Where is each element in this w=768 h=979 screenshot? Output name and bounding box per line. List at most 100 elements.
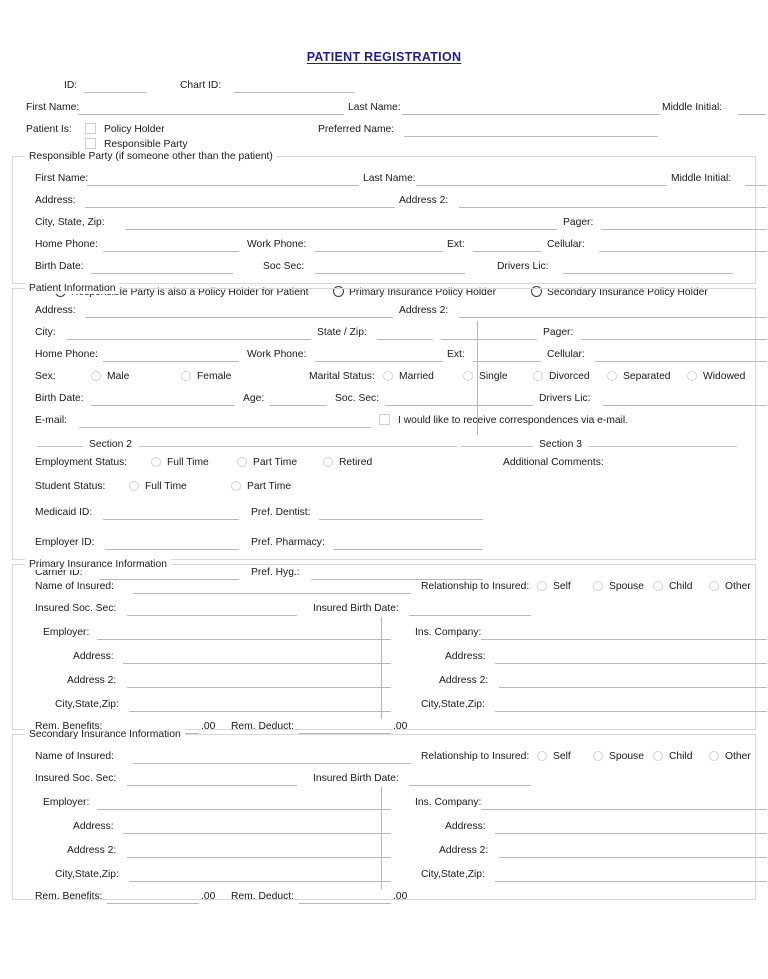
rp-last-name-input[interactable] <box>416 185 666 186</box>
pi-drivers-lic-input[interactable] <box>603 405 767 406</box>
middle-initial-input[interactable] <box>738 114 766 115</box>
rp-cellular-input[interactable] <box>599 251 767 252</box>
pi-city-input[interactable] <box>67 339 311 340</box>
s2-employer-id-input[interactable] <box>105 549 239 550</box>
pri-relationship-other-radio[interactable] <box>709 581 719 591</box>
rp-birth-date-input[interactable] <box>91 273 233 274</box>
pri-insured-soc-sec-label: Insured Soc. Sec: <box>35 603 117 614</box>
pri-relationship-self-radio[interactable] <box>537 581 547 591</box>
pi-birth-date-input[interactable] <box>91 405 235 406</box>
sec-insured-birth-date-input[interactable] <box>409 785 531 786</box>
pi-sex-male-radio[interactable] <box>91 371 101 381</box>
rp-pager-input[interactable] <box>601 229 767 230</box>
rp-city-state-zip-input[interactable] <box>125 229 557 230</box>
sec-ins-address2-input[interactable] <box>499 857 767 858</box>
pri-ins-csz-input[interactable] <box>495 711 767 712</box>
responsible-party-checkbox[interactable] <box>85 138 96 149</box>
rp-home-phone-input[interactable] <box>103 251 239 252</box>
pi-marital-married-radio[interactable] <box>383 371 393 381</box>
pi-sex-male-label: Male <box>107 371 130 382</box>
sec-relationship-spouse-label: Spouse <box>609 751 644 762</box>
pri-relationship-spouse-radio[interactable] <box>593 581 603 591</box>
sec-ins-csz-input[interactable] <box>495 881 767 882</box>
pri-employer-input[interactable] <box>97 639 391 640</box>
pi-cellular-input[interactable] <box>595 361 767 362</box>
pri-employer-csz-input[interactable] <box>129 711 391 712</box>
id-input[interactable] <box>84 92 146 93</box>
pri-name-of-insured-input[interactable] <box>133 593 411 594</box>
s2-student-full-time-radio[interactable] <box>129 481 139 491</box>
pi-soc-sec-input[interactable] <box>385 405 533 406</box>
sec-employer-csz-input[interactable] <box>129 881 391 882</box>
pi-marital-single-radio[interactable] <box>463 371 473 381</box>
pi-address2-input[interactable] <box>459 317 767 318</box>
sec-employer-address2-input[interactable] <box>127 857 391 858</box>
sec-relationship-spouse-radio[interactable] <box>593 751 603 761</box>
s2-student-status-label: Student Status: <box>35 481 106 492</box>
sec-ins-address-input[interactable] <box>495 833 767 834</box>
pi-marital-separated-radio[interactable] <box>607 371 617 381</box>
pi-marital-widowed-radio[interactable] <box>687 371 697 381</box>
rp-last-name-label: Last Name: <box>363 173 416 184</box>
sec-employer-input[interactable] <box>97 809 391 810</box>
rp-middle-initial-input[interactable] <box>745 185 767 186</box>
s2-student-full-time-label: Full Time <box>145 481 187 492</box>
sec-relationship-child-radio[interactable] <box>653 751 663 761</box>
rp-work-phone-input[interactable] <box>315 251 443 252</box>
policy-holder-checkbox[interactable] <box>85 123 96 134</box>
sec-insured-soc-sec-input[interactable] <box>127 785 297 786</box>
pi-email-input[interactable] <box>79 427 371 428</box>
s2-pref-pharmacy-input[interactable] <box>333 549 483 550</box>
sec-employer-address-input[interactable] <box>123 833 391 834</box>
sec-relationship-self-radio[interactable] <box>537 751 547 761</box>
s2-employer-id-label: Employer ID: <box>35 537 95 548</box>
pi-age-input[interactable] <box>269 405 327 406</box>
s2-pref-dentist-input[interactable] <box>319 519 483 520</box>
pri-employer-address2-input[interactable] <box>127 687 391 688</box>
pri-insured-soc-sec-input[interactable] <box>127 615 297 616</box>
pi-home-phone-input[interactable] <box>103 361 239 362</box>
pri-relationship-child-radio[interactable] <box>653 581 663 591</box>
rp-address2-input[interactable] <box>459 207 767 208</box>
s2-employment-retired-radio[interactable] <box>323 457 333 467</box>
first-name-input[interactable] <box>78 114 344 115</box>
pi-email-optin-checkbox[interactable] <box>379 414 390 425</box>
chart-id-input[interactable] <box>234 92 354 93</box>
pi-ext-input[interactable] <box>473 361 541 362</box>
s2-medicaid-id-input[interactable] <box>103 519 239 520</box>
section2-title: Section 2 <box>83 439 138 450</box>
primary-insurance-legend: Primary Insurance Information <box>25 559 171 570</box>
sec-rem-benefits-input[interactable] <box>107 903 199 904</box>
pi-zip-input[interactable] <box>441 339 537 340</box>
rp-soc-sec-input[interactable] <box>315 273 465 274</box>
pi-address-input[interactable] <box>85 317 393 318</box>
section2-section3-divider <box>477 321 478 435</box>
pri-employer-address-input[interactable] <box>123 663 391 664</box>
rp-ext-input[interactable] <box>473 251 541 252</box>
sec-rem-deduct-input[interactable] <box>299 903 391 904</box>
pri-ins-address-input[interactable] <box>495 663 767 664</box>
patient-registration-form: PATIENT REGISTRATION ID: Chart ID: First… <box>0 0 768 979</box>
last-name-input[interactable] <box>402 114 660 115</box>
pri-ins-company-input[interactable] <box>481 639 767 640</box>
sec-relationship-other-radio[interactable] <box>709 751 719 761</box>
s2-employment-full-time-radio[interactable] <box>151 457 161 467</box>
pi-work-phone-input[interactable] <box>315 361 443 362</box>
sec-relationship-child-label: Child <box>669 751 693 762</box>
pri-relationship-other-label: Other <box>725 581 751 592</box>
s2-employment-part-time-radio[interactable] <box>237 457 247 467</box>
rp-first-name-input[interactable] <box>87 185 359 186</box>
pi-pager-input[interactable] <box>581 339 767 340</box>
sec-employer-address-label: Address: <box>73 821 114 832</box>
rp-address-input[interactable] <box>85 207 395 208</box>
rp-drivers-lic-input[interactable] <box>563 273 733 274</box>
s2-student-part-time-radio[interactable] <box>231 481 241 491</box>
pi-state-input[interactable] <box>377 339 433 340</box>
pri-insured-birth-date-input[interactable] <box>409 615 531 616</box>
sec-ins-company-input[interactable] <box>481 809 767 810</box>
sec-name-of-insured-input[interactable] <box>133 763 411 764</box>
pri-row-name-insured: Name of Insured: Relationship to Insured… <box>23 577 751 599</box>
pi-marital-divorced-radio[interactable] <box>533 371 543 381</box>
pi-sex-female-radio[interactable] <box>181 371 191 381</box>
pri-ins-address2-input[interactable] <box>499 687 767 688</box>
